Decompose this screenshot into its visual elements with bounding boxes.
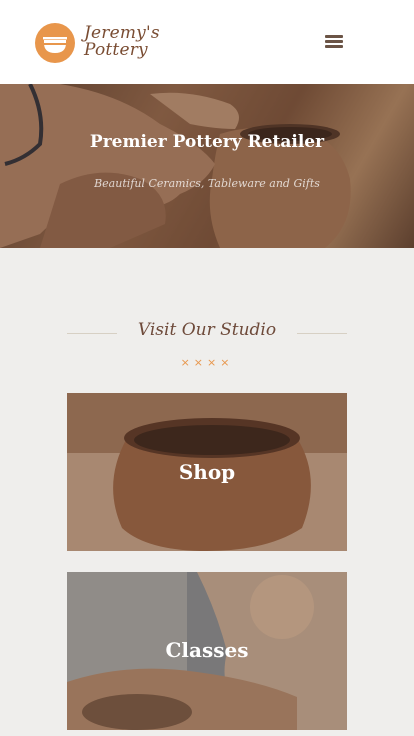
section-title: Visit Our Studio — [137, 320, 277, 340]
bowl-icon[interactable] — [35, 23, 75, 63]
shop-card[interactable]: Shop — [67, 393, 347, 551]
site-header: Jeremy's Pottery — [0, 0, 414, 84]
brand-logo-text[interactable]: Jeremy's Pottery — [84, 25, 160, 59]
shop-card-label: Shop — [178, 460, 236, 484]
classes-card[interactable]: Classes — [67, 572, 347, 730]
brand-name-line2: Pottery — [84, 40, 148, 60]
hero-banner: Premier Pottery Retailer Beautiful Ceram… — [0, 84, 414, 248]
hero-subtitle: Beautiful Ceramics, Tableware and Gifts — [94, 177, 320, 190]
classes-card-label: Classes — [165, 638, 249, 662]
hero-title: Premier Pottery Retailer — [89, 132, 325, 152]
hamburger-menu-icon[interactable] — [324, 33, 346, 51]
ornament-divider: ×××× — [180, 356, 234, 369]
